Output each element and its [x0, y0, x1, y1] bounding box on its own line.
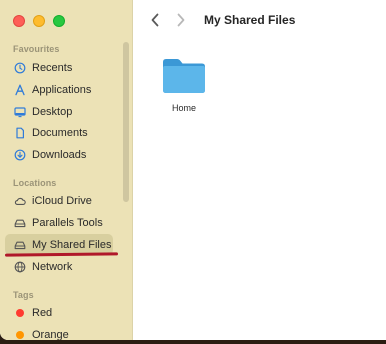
desktop-icon — [14, 106, 26, 118]
file-browser: Home — [134, 40, 386, 340]
red-tag-dot-icon — [16, 308, 24, 317]
sidebar-scrollbar[interactable] — [123, 42, 129, 202]
clock-icon — [14, 62, 26, 74]
folder-icon — [163, 59, 205, 93]
sidebar-item-recents[interactable]: Recents — [5, 57, 113, 78]
document-icon — [14, 127, 26, 139]
sidebar-item-tag-red[interactable]: Red — [5, 302, 113, 323]
sidebar-item-label: My Shared Files — [32, 238, 112, 251]
toolbar: My Shared Files — [134, 0, 386, 40]
favourites-header: Favourites — [13, 44, 60, 54]
sidebar-item-label: Documents — [32, 126, 88, 139]
download-icon — [14, 149, 26, 161]
chevron-left-icon — [151, 13, 159, 27]
finder-window: Favourites Recents Applications Desktop … — [0, 0, 386, 340]
sidebar-item-downloads[interactable]: Downloads — [5, 144, 113, 165]
sidebar-item-label: Desktop — [32, 105, 73, 118]
folder-item-home[interactable]: Home — [158, 56, 210, 113]
close-window-button[interactable] — [13, 15, 25, 27]
cloud-icon — [14, 195, 26, 207]
applications-icon — [14, 84, 26, 96]
sidebar-item-label: iCloud Drive — [32, 194, 92, 207]
sidebar-item-label: Network — [32, 260, 73, 273]
window-controls — [13, 15, 65, 27]
sidebar-item-applications[interactable]: Applications — [5, 79, 113, 100]
sidebar-item-label: Red — [32, 306, 53, 319]
chevron-right-icon — [177, 13, 185, 27]
sidebar-item-label: Downloads — [32, 148, 87, 161]
sidebar: Favourites Recents Applications Desktop … — [0, 0, 133, 340]
sidebar-item-documents[interactable]: Documents — [5, 122, 113, 143]
orange-tag-dot-icon — [16, 330, 24, 339]
drive-icon — [14, 239, 26, 251]
drive-icon — [14, 217, 26, 229]
window-title: My Shared Files — [204, 13, 296, 27]
locations-header: Locations — [13, 178, 57, 188]
sidebar-item-icloud-drive[interactable]: iCloud Drive — [5, 190, 113, 211]
sidebar-item-parallels-tools[interactable]: Parallels Tools — [5, 212, 113, 233]
sidebar-item-label: Parallels Tools — [32, 216, 103, 229]
back-button[interactable] — [146, 10, 164, 30]
sidebar-item-network[interactable]: Network — [5, 256, 113, 277]
zoom-window-button[interactable] — [53, 15, 65, 27]
globe-icon — [14, 261, 26, 273]
forward-button[interactable] — [172, 10, 190, 30]
sidebar-item-label: Orange — [32, 328, 69, 341]
minimize-window-button[interactable] — [33, 15, 45, 27]
folder-label: Home — [171, 103, 196, 113]
sidebar-item-label: Applications — [32, 83, 92, 96]
sidebar-item-tag-orange[interactable]: Orange — [5, 324, 113, 340]
tags-header: Tags — [13, 290, 34, 300]
sidebar-item-desktop[interactable]: Desktop — [5, 101, 113, 122]
sidebar-item-label: Recents — [32, 61, 73, 74]
